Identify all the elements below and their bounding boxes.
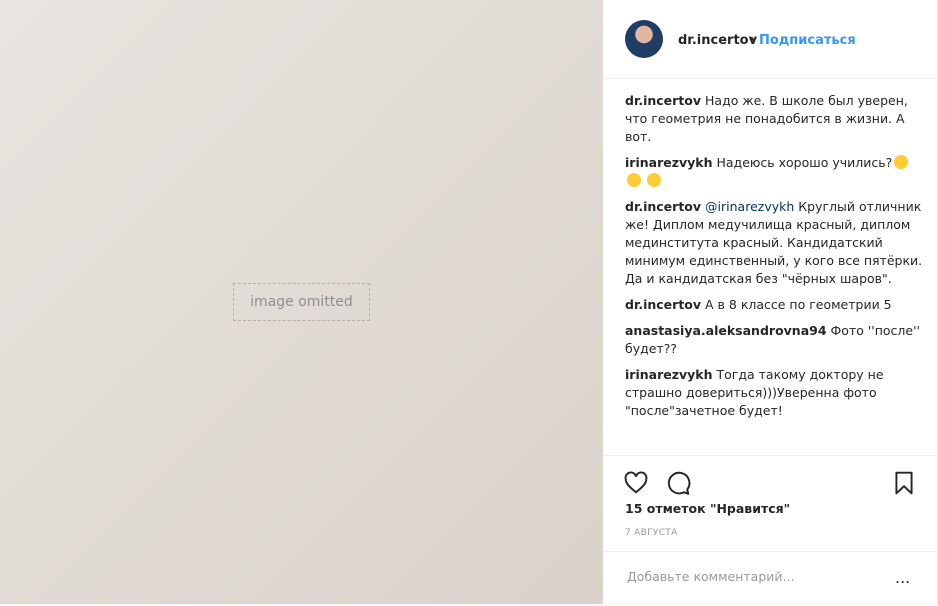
bookmark-icon[interactable]: [891, 470, 917, 496]
heart-icon[interactable]: [623, 470, 649, 496]
comment-author[interactable]: anastasiya.aleksandrovna94: [625, 323, 827, 338]
comment-author[interactable]: irinarezvykh: [625, 367, 713, 382]
comment-author[interactable]: dr.incertov: [625, 199, 701, 214]
post-photo[interactable]: image omitted: [0, 0, 603, 604]
post-header: dr.incertov • Подписаться: [603, 0, 937, 79]
comment-mention[interactable]: @irinarezvykh: [705, 199, 794, 214]
avatar[interactable]: [625, 20, 663, 58]
comment: irinarezvykh Надеюсь хорошо учились?: [625, 154, 925, 190]
comment: dr.incertov А в 8 классе по геометрии 5: [625, 296, 925, 314]
grin-emoji-icon: [646, 173, 661, 187]
author-username[interactable]: dr.incertov: [678, 33, 757, 48]
comment-icon[interactable]: [665, 470, 691, 496]
add-comment-bar: ...: [603, 551, 937, 606]
post-actions: 15 отметок "Нравится" 7 АВГУСТА ...: [603, 455, 937, 605]
more-options-icon[interactable]: ...: [895, 568, 910, 587]
comment-author[interactable]: dr.incertov: [625, 93, 701, 108]
comment: anastasiya.aleksandrovna94 Фото ''после''…: [625, 322, 925, 358]
comment-text: Надеюсь хорошо учились?: [716, 155, 893, 170]
comment: dr.incertov Надо же. В школе был уверен, …: [625, 92, 925, 146]
grin-emoji-icon: [627, 173, 641, 187]
comment-author[interactable]: irinarezvykh: [625, 155, 713, 170]
instagram-post: image omitted dr.incertov • Подписаться …: [0, 0, 938, 604]
post-date: 7 АВГУСТА: [625, 528, 678, 538]
comment: dr.incertov @irinarezvykh Круглый отлични…: [625, 198, 925, 288]
add-comment-input[interactable]: [625, 568, 889, 585]
separator-dot: •: [748, 33, 756, 48]
comments-list: dr.incertov Надо же. В школе был уверен, …: [625, 92, 925, 428]
grin-emoji-icon: [894, 155, 909, 169]
comment-text: А в 8 классе по геометрии 5: [705, 297, 892, 312]
post-sidebar: dr.incertov • Подписаться dr.incertov Над…: [603, 0, 937, 604]
comment: irinarezvykh Тогда такому доктору не стра…: [625, 366, 925, 420]
likes-count[interactable]: 15 отметок "Нравится": [625, 501, 790, 516]
photo-placeholder: image omitted: [233, 283, 370, 321]
comment-author[interactable]: dr.incertov: [625, 297, 701, 312]
follow-button[interactable]: Подписаться: [759, 33, 856, 48]
